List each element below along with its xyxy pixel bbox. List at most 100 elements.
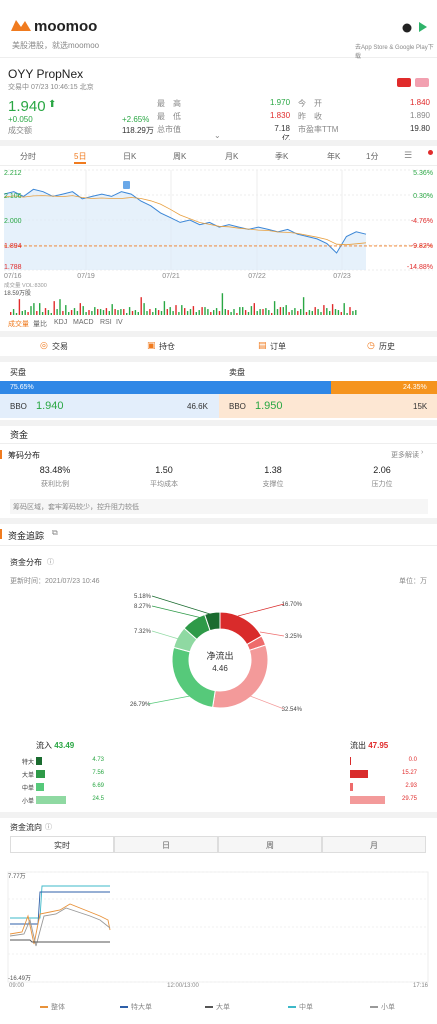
volume-bar	[88, 310, 90, 315]
volume-bar	[44, 308, 47, 315]
ask-bbo-label: BBO	[229, 402, 246, 411]
trend-tab[interactable]: 月	[322, 836, 426, 853]
volume-bar	[24, 310, 26, 315]
trend-x-tick: 12:00/13:00	[167, 983, 199, 989]
volume-bar	[253, 303, 255, 315]
chart-tab[interactable]: 季K	[275, 151, 288, 162]
chart-tab[interactable]: 5日	[74, 151, 86, 162]
volume-bar	[320, 312, 322, 315]
volume-bar	[204, 307, 206, 315]
indicator-tab[interactable]: 量比	[33, 319, 47, 329]
expand-chevron-icon[interactable]: ⌄	[214, 131, 221, 140]
chip-value: 1.38	[264, 465, 282, 475]
volume-bar	[323, 305, 325, 315]
volume-bar	[160, 311, 163, 315]
volume-bar	[178, 312, 180, 315]
volume-bar	[297, 311, 299, 315]
order-icon[interactable]: ▤	[258, 340, 267, 351]
trend-tab[interactable]: 周	[218, 836, 322, 853]
trend-x-tick: 17:16	[413, 983, 429, 989]
volume-bar	[198, 310, 200, 315]
volume-bar	[236, 313, 238, 315]
volume-bar	[340, 312, 342, 315]
store-download-text[interactable]: 去App Store & Google Play下载	[355, 42, 437, 60]
external-link-icon[interactable]: ⧉	[52, 528, 58, 538]
more-insights-link[interactable]: 更多解读	[391, 450, 419, 460]
stat-label: 最 高	[157, 99, 181, 108]
volume-bar	[82, 306, 84, 315]
chart-tab[interactable]: 日K	[123, 151, 136, 162]
volume-bar	[21, 311, 23, 315]
legend-label: 整体	[51, 1004, 65, 1011]
volume-bar	[137, 312, 139, 315]
indicator-tab[interactable]: KDJ	[54, 319, 67, 326]
stat-label: 最 低	[157, 112, 181, 121]
volume-bar	[53, 301, 55, 315]
trend-x-tick: 09:00	[9, 983, 25, 989]
outflow-total: 47.95	[368, 741, 389, 750]
trend-tab[interactable]: 日	[114, 836, 218, 853]
indicator-tab[interactable]: RSI	[100, 319, 112, 326]
price-area	[4, 189, 366, 270]
chip-title: 筹码分布	[8, 451, 40, 460]
price-change-pct: +2.65%	[122, 115, 150, 124]
history-icon[interactable]: ◷	[367, 340, 375, 351]
trend-info-icon[interactable]: ⓘ	[45, 822, 52, 832]
y-tick-right: 0.30%	[413, 193, 433, 200]
donut-label: 3.25%	[285, 634, 303, 640]
volume-bar	[302, 297, 305, 315]
trend-y-top: 7.77万	[8, 873, 26, 880]
chart-tab[interactable]: 年K	[327, 151, 340, 162]
chart-tab[interactable]: 分时	[20, 151, 36, 162]
info-icon[interactable]: ⓘ	[47, 557, 54, 567]
chart-settings-icon[interactable]: ☰	[404, 150, 412, 161]
stat-label: 今 开	[298, 99, 322, 108]
volume-bar	[149, 309, 151, 315]
ask-qty: 15K	[413, 402, 428, 411]
volume-bar	[111, 304, 113, 315]
outflow-value: 15.27	[401, 770, 417, 776]
outflow-label: 流出 47.95	[350, 740, 388, 751]
y-tick-left: 2.106	[4, 193, 22, 200]
volume-bar	[128, 307, 131, 315]
volume-bar	[36, 311, 38, 315]
google-play-icon[interactable]	[418, 20, 428, 32]
apple-icon[interactable]	[402, 20, 412, 33]
trend-tab[interactable]: 实时	[10, 836, 114, 853]
volume-bar	[355, 310, 357, 315]
trend-line	[10, 885, 110, 919]
chart-tab[interactable]: 周K	[173, 151, 186, 162]
outflow-value: 29.75	[401, 796, 417, 802]
position-icon[interactable]: ▣	[147, 340, 156, 351]
chart-tab[interactable]: 月K	[225, 151, 238, 162]
indicator-tab[interactable]: 成交量	[8, 319, 29, 329]
volume-bar	[70, 310, 73, 315]
active-tab-underline	[74, 162, 86, 164]
action-button[interactable]: 历史	[379, 341, 395, 352]
indicator-tab[interactable]: IV	[116, 319, 123, 326]
action-button[interactable]: 持仓	[159, 341, 175, 352]
action-button[interactable]: 订单	[270, 341, 286, 352]
volume-bar	[181, 305, 183, 315]
chevron-right-icon[interactable]: ›	[421, 449, 423, 456]
ask-price: 1.950	[255, 400, 283, 412]
updated-time: 更新时间：2021/07/23 10:46	[10, 578, 100, 585]
chart-tab[interactable]: 1分	[366, 151, 378, 162]
volume-bar	[152, 312, 154, 315]
price-chart[interactable]: 2.212 2.106 2.000 1.894 1.788 5.36% 0.30% -4.76…	[0, 166, 437, 316]
indicator-tab[interactable]: MACD	[73, 319, 94, 326]
volume-bar	[65, 305, 67, 315]
bid-ratio-bar	[0, 381, 331, 394]
y-tick-right: -4.76%	[411, 218, 433, 225]
volume-bar	[50, 313, 52, 315]
notification-dot	[428, 150, 433, 155]
volume-bar	[273, 301, 276, 315]
stat-value: 19.80	[409, 124, 430, 133]
volume-bar	[308, 310, 311, 315]
trade-icon[interactable]: ◎	[40, 340, 48, 351]
volume-bar	[300, 309, 302, 315]
inflow-value: 24.5	[92, 796, 104, 802]
action-button[interactable]: 交易	[52, 341, 68, 352]
chart-mode-icon[interactable]	[415, 78, 429, 87]
inflow-label: 流入 43.49	[36, 740, 74, 751]
